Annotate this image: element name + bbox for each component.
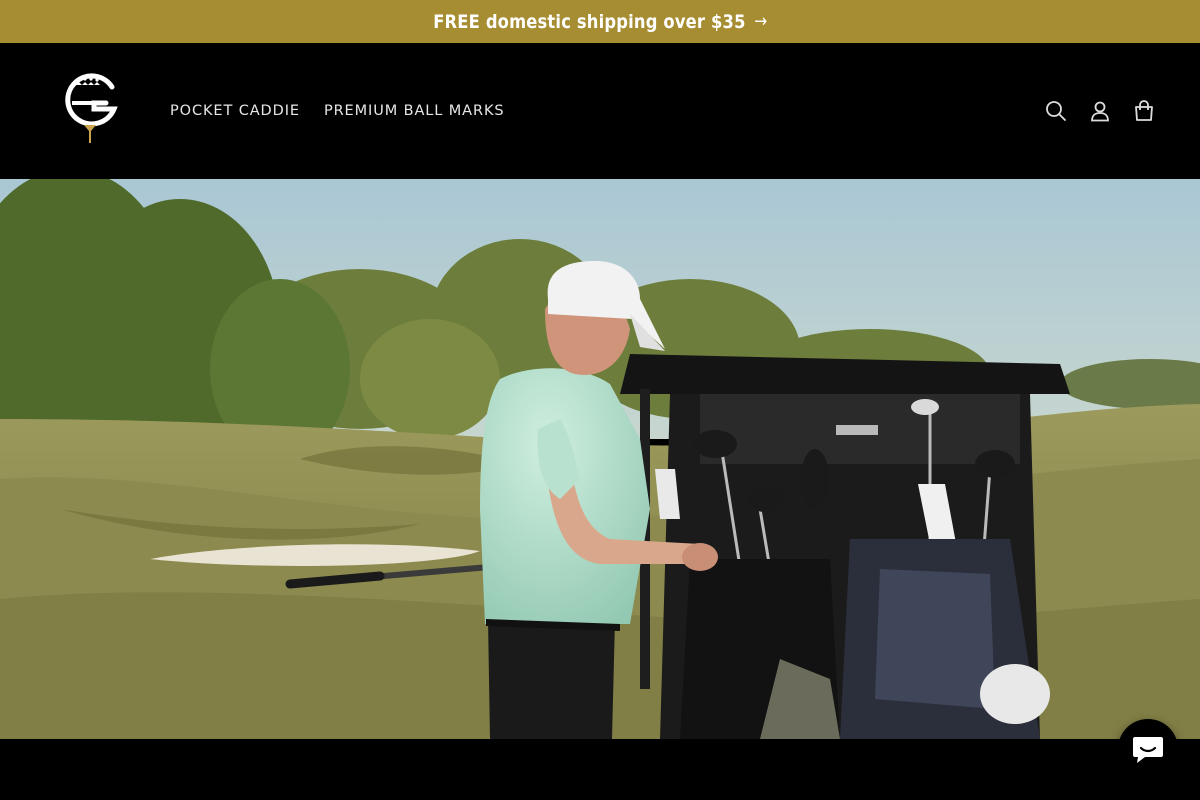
arrow-right-icon: → — [753, 11, 768, 32]
chat-bubble-icon — [1133, 737, 1163, 763]
site-header: POCKET CADDIE PREMIUM BALL MARKS — [0, 43, 1200, 179]
golf-ball-tee-logo[interactable] — [60, 73, 120, 149]
nav-pocket-caddie[interactable]: POCKET CADDIE — [158, 103, 312, 119]
main-nav: POCKET CADDIE PREMIUM BALL MARKS — [158, 43, 517, 179]
header-icons — [1034, 43, 1166, 179]
announcement-text: FREE domestic shipping over $35 — [432, 10, 746, 33]
hero-image — [0, 179, 1200, 739]
account-icon[interactable] — [1078, 89, 1122, 133]
announcement-link[interactable]: FREE domestic shipping over $35 → — [433, 11, 767, 33]
cart-icon[interactable] — [1122, 89, 1166, 133]
search-icon[interactable] — [1034, 89, 1078, 133]
announcement-bar: FREE domestic shipping over $35 → — [0, 0, 1200, 43]
nav-premium-ball-marks[interactable]: PREMIUM BALL MARKS — [312, 103, 517, 119]
chat-button[interactable] — [1118, 719, 1178, 779]
